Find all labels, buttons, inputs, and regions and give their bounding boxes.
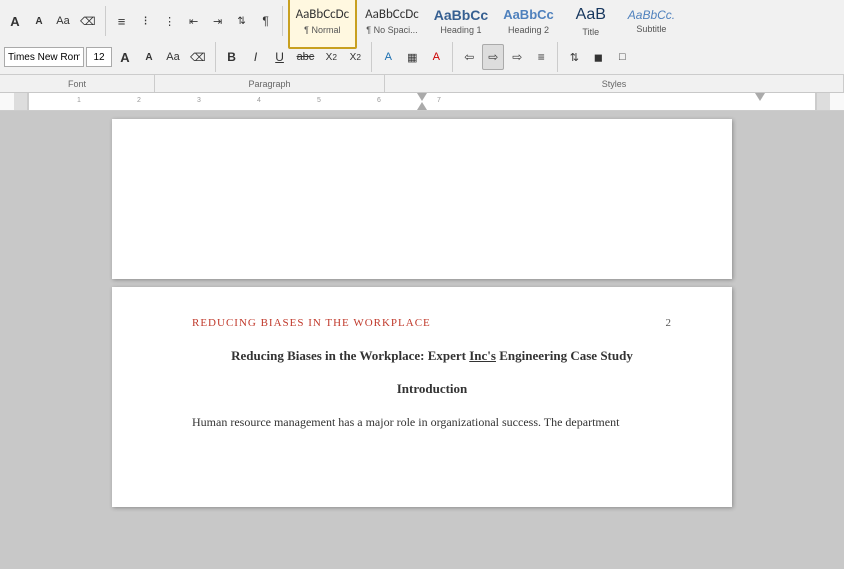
ruler: 1 2 3 4 5 6 7: [0, 93, 844, 111]
text-effects-btn[interactable]: A: [377, 44, 399, 70]
sep6: [557, 42, 558, 72]
style-title-label: Title: [582, 27, 599, 37]
sep2: [282, 6, 283, 36]
inc-underline: Inc's: [469, 348, 496, 363]
font-case-btn[interactable]: Aa: [162, 44, 184, 70]
section-labels: Font Paragraph Styles: [0, 74, 844, 92]
ribbon-top-row: A A Aa ⌫ ≡ ⁝ ⋮ ⇤ ⇥ ⇅ ¶ AaBbCcDc ¶ Normal…: [0, 0, 844, 42]
paragraph-section-label: Paragraph: [155, 75, 385, 92]
ruler-inner: 1 2 3 4 5 6 7: [28, 93, 816, 110]
sep3: [215, 42, 216, 72]
ruler-indent-top[interactable]: [417, 93, 427, 101]
bold-btn[interactable]: B: [221, 44, 243, 70]
ruler-mark-2: 2: [137, 97, 141, 104]
line-spacing-btn[interactable]: ⇅: [563, 44, 585, 70]
show-formatting-btn[interactable]: ¶: [255, 8, 277, 34]
superscript-btn[interactable]: X2: [344, 44, 366, 70]
italic-btn[interactable]: I: [245, 44, 267, 70]
ruler-indent-bottom[interactable]: [417, 102, 427, 110]
style-subtitle-btn[interactable]: AaBbCc. Subtitle: [621, 0, 682, 49]
toolbar: A A Aa ⌫ ≡ ⁝ ⋮ ⇤ ⇥ ⇅ ¶ AaBbCcDc ¶ Normal…: [0, 0, 844, 93]
justify-btn[interactable]: ≡: [530, 44, 552, 70]
style-subtitle-label: Subtitle: [636, 24, 666, 34]
style-normal-preview: AaBbCcDc: [296, 7, 350, 23]
align-center-btn[interactable]: ⇨: [482, 44, 504, 70]
sep4: [371, 42, 372, 72]
style-no-spacing-preview: AaBbCcDc: [365, 7, 419, 23]
strikethrough-btn[interactable]: abc: [293, 44, 319, 70]
sep1: [105, 6, 106, 36]
borders-btn[interactable]: □: [611, 44, 633, 70]
style-subtitle-preview: AaBbCc.: [628, 8, 675, 22]
sort-btn[interactable]: ⇅: [231, 8, 253, 34]
font-size-input[interactable]: [86, 47, 112, 67]
align-right-btn[interactable]: ⇨: [506, 44, 528, 70]
style-title-btn[interactable]: AaB Title: [562, 0, 620, 49]
font-section-label: Font: [0, 75, 155, 92]
sep5: [452, 42, 453, 72]
body-text: Human resource management has a major ro…: [192, 413, 672, 432]
page-header: REDUCING BIASES IN THE WORKPLACE 2: [192, 317, 672, 329]
style-h1-label: Heading 1: [440, 25, 481, 35]
style-h2-btn[interactable]: AaBbCc Heading 2: [496, 0, 561, 49]
style-title-preview: AaB: [576, 5, 606, 24]
font-size-grow-btn[interactable]: A: [4, 8, 26, 34]
page-1: [112, 119, 732, 279]
font-name-input[interactable]: [4, 47, 84, 67]
font-size-shrink-btn[interactable]: A: [28, 8, 50, 34]
align-left-btn[interactable]: ⇦: [458, 44, 480, 70]
shading-btn[interactable]: ◼: [587, 44, 609, 70]
text-highlight-btn[interactable]: ▦: [401, 44, 423, 70]
page-header-text: REDUCING BIASES IN THE WORKPLACE: [192, 317, 431, 329]
ruler-mark-7: 7: [437, 97, 441, 104]
text-effects-group: ≡ ⁝ ⋮ ⇤ ⇥ ⇅ ¶: [111, 8, 277, 34]
subscript-btn[interactable]: X2: [320, 44, 342, 70]
style-no-spacing-btn[interactable]: AaBbCcDc ¶ No Spaci...: [358, 0, 426, 49]
font-group: A A Aa ⌫: [4, 8, 100, 34]
style-h2-label: Heading 2: [508, 25, 549, 35]
multilevel-list-btn[interactable]: ⋮: [159, 8, 181, 34]
page-number: 2: [666, 317, 673, 329]
ruler-right-indent[interactable]: [755, 93, 765, 101]
style-no-spacing-label: ¶ No Spaci...: [366, 25, 417, 35]
style-normal-btn[interactable]: AaBbCcDc ¶ Normal: [288, 0, 358, 49]
styles-section-label: Styles: [385, 75, 844, 92]
ruler-mark-4: 4: [257, 97, 261, 104]
ruler-mark-5: 5: [317, 97, 321, 104]
ruler-mark-3: 3: [197, 97, 201, 104]
ruler-mark-6: 6: [377, 97, 381, 104]
style-h1-btn[interactable]: AaBbCc Heading 1: [427, 0, 495, 49]
ruler-mark-1: 1: [77, 97, 81, 104]
numbered-list-btn[interactable]: ⁝: [135, 8, 157, 34]
underline-btn[interactable]: U: [269, 44, 291, 70]
doc-title-text: Reducing Biases in the Workplace: Expert…: [231, 348, 633, 363]
style-h2-preview: AaBbCc: [503, 7, 554, 23]
doc-title: Reducing Biases in the Workplace: Expert…: [192, 347, 672, 365]
bullet-list-btn[interactable]: ≡: [111, 8, 133, 34]
style-h1-preview: AaBbCc: [434, 7, 488, 24]
font-color-btn[interactable]: A: [425, 44, 447, 70]
font-grow-btn[interactable]: A: [114, 44, 136, 70]
increase-indent-btn[interactable]: ⇥: [207, 8, 229, 34]
change-case-btn[interactable]: Aa: [52, 8, 74, 34]
document-area[interactable]: REDUCING BIASES IN THE WORKPLACE 2 Reduc…: [0, 111, 844, 569]
style-normal-label: ¶ Normal: [304, 25, 340, 35]
page-2[interactable]: REDUCING BIASES IN THE WORKPLACE 2 Reduc…: [112, 287, 732, 507]
clear-format-btn2[interactable]: ⌫: [186, 44, 210, 70]
clear-format-btn[interactable]: ⌫: [76, 8, 100, 34]
section-title: Introduction: [192, 381, 672, 397]
decrease-indent-btn[interactable]: ⇤: [183, 8, 205, 34]
font-shrink-btn[interactable]: A: [138, 44, 160, 70]
